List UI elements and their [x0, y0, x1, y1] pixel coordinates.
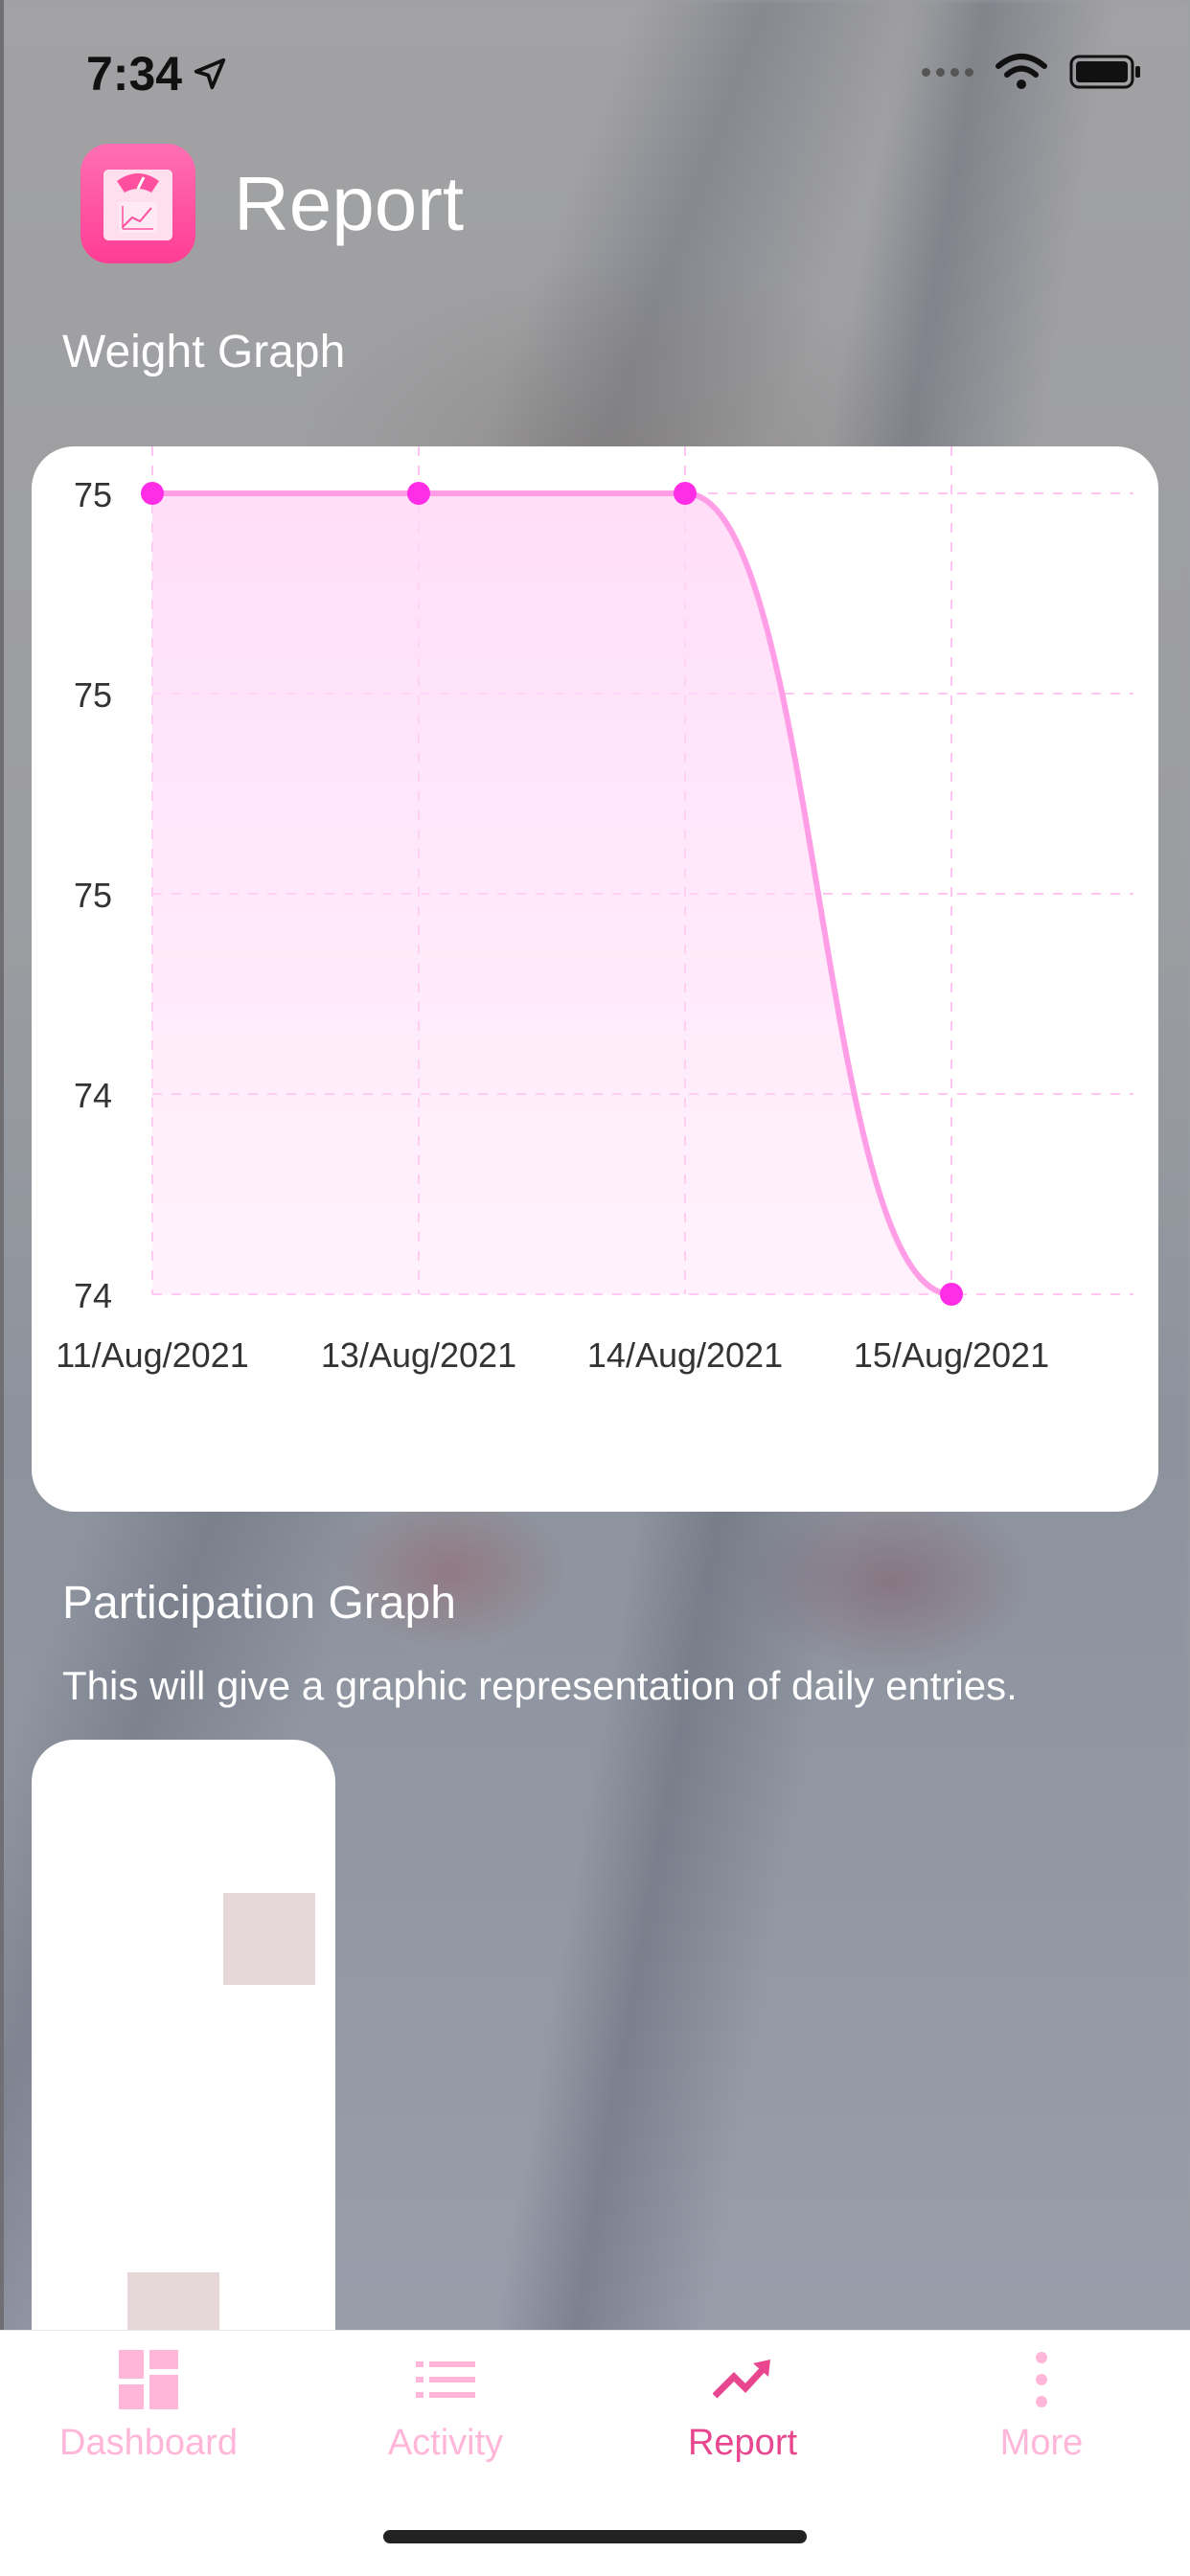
status-icons — [922, 53, 1142, 91]
participation-cell — [223, 1893, 315, 1985]
tab-label: Dashboard — [59, 2423, 238, 2463]
y-tick-label: 75 — [74, 876, 112, 915]
cellular-dots-icon — [922, 67, 973, 77]
weight-chart: 75 75 75 74 74 11/Aug/2021 13/Aug/2021 14/Aug/2… — [56, 446, 1133, 1375]
x-tick-label: 11/Aug/2021 — [56, 1335, 249, 1375]
vertical-dots-icon — [1036, 2352, 1047, 2407]
weight-graph-title: Weight Graph — [62, 327, 346, 377]
page-header: Report — [80, 144, 464, 263]
screen-edge — [0, 0, 4, 2337]
battery-icon — [1069, 55, 1140, 89]
participation-chart-card — [32, 1740, 335, 2353]
x-tick-label: 15/Aug/2021 — [854, 1335, 1049, 1375]
y-tick-label: 74 — [74, 1276, 112, 1315]
weight-data-point[interactable] — [674, 482, 697, 505]
tab-label: Activity — [387, 2423, 504, 2463]
wifi-icon — [995, 54, 1047, 89]
tab-more[interactable]: More — [893, 2350, 1190, 2464]
y-tick-label: 75 — [74, 675, 112, 715]
scale-chart-icon — [80, 144, 195, 263]
location-arrow-icon — [194, 57, 226, 90]
status-bar: 7:34 — [0, 0, 1190, 144]
y-tick-label: 75 — [74, 475, 112, 514]
list-icon — [416, 2361, 475, 2398]
x-tick-label: 13/Aug/2021 — [321, 1335, 516, 1375]
participation-graph-description: This will give a graphic representation … — [62, 1663, 1018, 1708]
tab-activity[interactable]: Activity — [297, 2350, 594, 2464]
status-time: 7:34 — [86, 46, 228, 102]
x-tick-label: 14/Aug/2021 — [587, 1335, 783, 1375]
y-tick-label: 74 — [74, 1076, 112, 1115]
time-label: 7:34 — [86, 47, 183, 101]
tab-label: More — [999, 2423, 1084, 2463]
weight-data-point[interactable] — [141, 482, 164, 505]
trending-up-icon — [713, 2359, 770, 2399]
home-indicator — [383, 2530, 807, 2543]
tab-label: Report — [687, 2423, 798, 2463]
tab-report[interactable]: Report — [594, 2350, 891, 2464]
weight-chart-card: 75 75 75 74 74 11/Aug/2021 13/Aug/2021 14/Aug/2… — [32, 446, 1158, 1512]
tab-dashboard[interactable]: Dashboard — [0, 2350, 297, 2464]
weight-data-point[interactable] — [940, 1283, 963, 1306]
weight-data-point[interactable] — [407, 482, 430, 505]
participation-graph-title: Participation Graph — [62, 1578, 456, 1629]
page-title: Report — [234, 160, 465, 246]
dashboard-grid-icon — [119, 2350, 178, 2409]
